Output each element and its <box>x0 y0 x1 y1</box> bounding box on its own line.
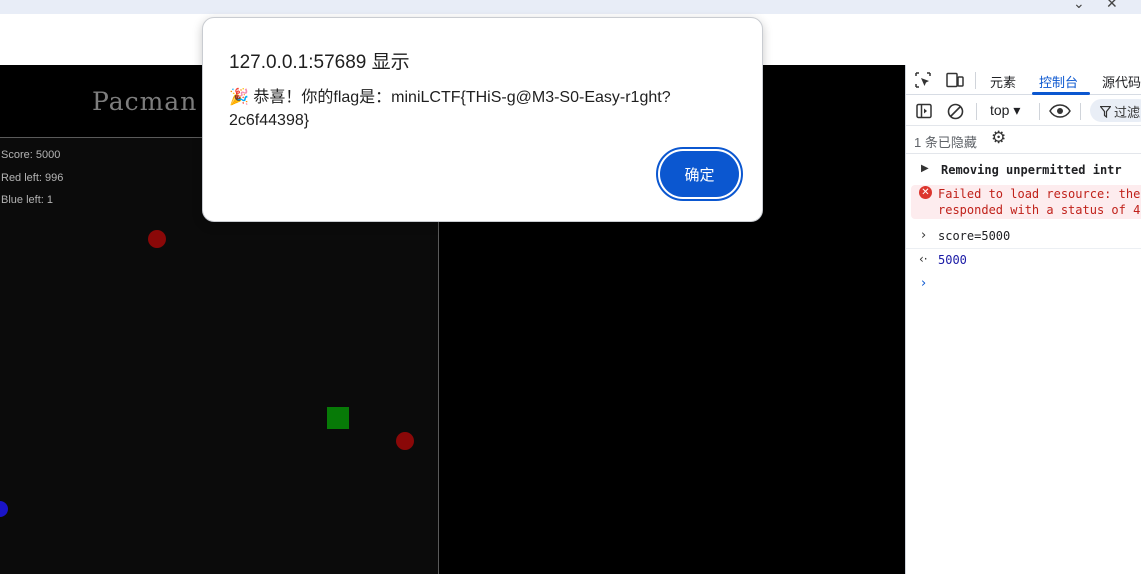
red-left-label: Red left: 996 <box>1 172 64 184</box>
hidden-messages-count[interactable]: 1 条已隐藏 <box>914 132 977 151</box>
prompt-chevron-icon: › <box>921 276 927 291</box>
red-dot <box>396 432 414 450</box>
eye-icon[interactable] <box>1049 104 1071 118</box>
hidden-messages-bar: 1 条已隐藏 ⚙ <box>906 126 1141 154</box>
toolbar-divider <box>1039 103 1040 120</box>
console-output-line[interactable]: ‹· 5000 <box>906 251 1141 273</box>
tab-divider <box>975 72 976 89</box>
dialog-message: 🎉 恭喜！你的flag是：miniLCTF{THiS-g@M3-S0-Easy-… <box>229 86 739 132</box>
console-prompt[interactable]: › <box>906 275 1141 297</box>
sidebar-icon[interactable] <box>916 103 932 119</box>
dialog-message-line: 2c6f44398} <box>229 112 310 129</box>
alert-dialog: 127.0.0.1:57689 显示 🎉 恭喜！你的flag是：miniLCTF… <box>202 17 763 222</box>
context-select[interactable]: top ▾ <box>990 102 1020 119</box>
player-square <box>327 407 349 429</box>
toolbar-divider <box>976 103 977 120</box>
toolbar-divider <box>1080 103 1081 120</box>
devtools-panel: 元素 控制台 源代码 top ▾ 过滤 1 条已隐藏 ⚙ ▶ Removing … <box>905 65 1141 574</box>
expand-triangle-icon[interactable]: ▶ <box>921 163 929 174</box>
ok-button[interactable]: 确定 <box>660 151 739 197</box>
console-error-text: Failed to load resource: the responded w… <box>938 187 1141 217</box>
blue-dot <box>0 501 8 517</box>
console-message[interactable]: ▶ Removing unpermitted intr <box>906 161 1141 183</box>
blue-left-label: Blue left: 1 <box>1 194 53 206</box>
filter-label: 过滤 <box>1114 105 1141 120</box>
filter-input[interactable]: 过滤 <box>1090 99 1141 122</box>
console-toolbar: top ▾ 过滤 <box>906 96 1141 126</box>
tab-sources[interactable]: 源代码 <box>1102 72 1141 91</box>
inspect-icon[interactable] <box>915 72 931 88</box>
close-icon[interactable]: ✕ <box>1106 0 1118 12</box>
score-label: Score: 5000 <box>1 149 61 161</box>
output-chevron-icon: ‹· <box>919 252 928 266</box>
tab-console[interactable]: 控制台 <box>1039 72 1078 91</box>
filter-icon <box>1099 105 1112 119</box>
clear-console-icon[interactable] <box>947 103 964 120</box>
chevron-down-icon[interactable]: ⌄ <box>1073 0 1085 12</box>
active-tab-indicator <box>1032 92 1090 95</box>
dialog-title: 127.0.0.1:57689 显示 <box>229 52 410 73</box>
devtools-tabbar: 元素 控制台 源代码 <box>906 65 1141 95</box>
console-input-line[interactable]: › score=5000 <box>906 227 1141 249</box>
dialog-message-line: 🎉 恭喜！你的flag是：miniLCTF{THiS-g@M3-S0-Easy-… <box>229 89 671 106</box>
device-toggle-icon[interactable] <box>946 72 964 88</box>
red-dot <box>148 230 166 248</box>
input-chevron-icon: › <box>921 228 927 243</box>
browser-top-bar: ⌄ ✕ <box>0 0 1141 14</box>
gear-icon[interactable]: ⚙ <box>991 128 1006 148</box>
tab-elements[interactable]: 元素 <box>990 72 1016 91</box>
